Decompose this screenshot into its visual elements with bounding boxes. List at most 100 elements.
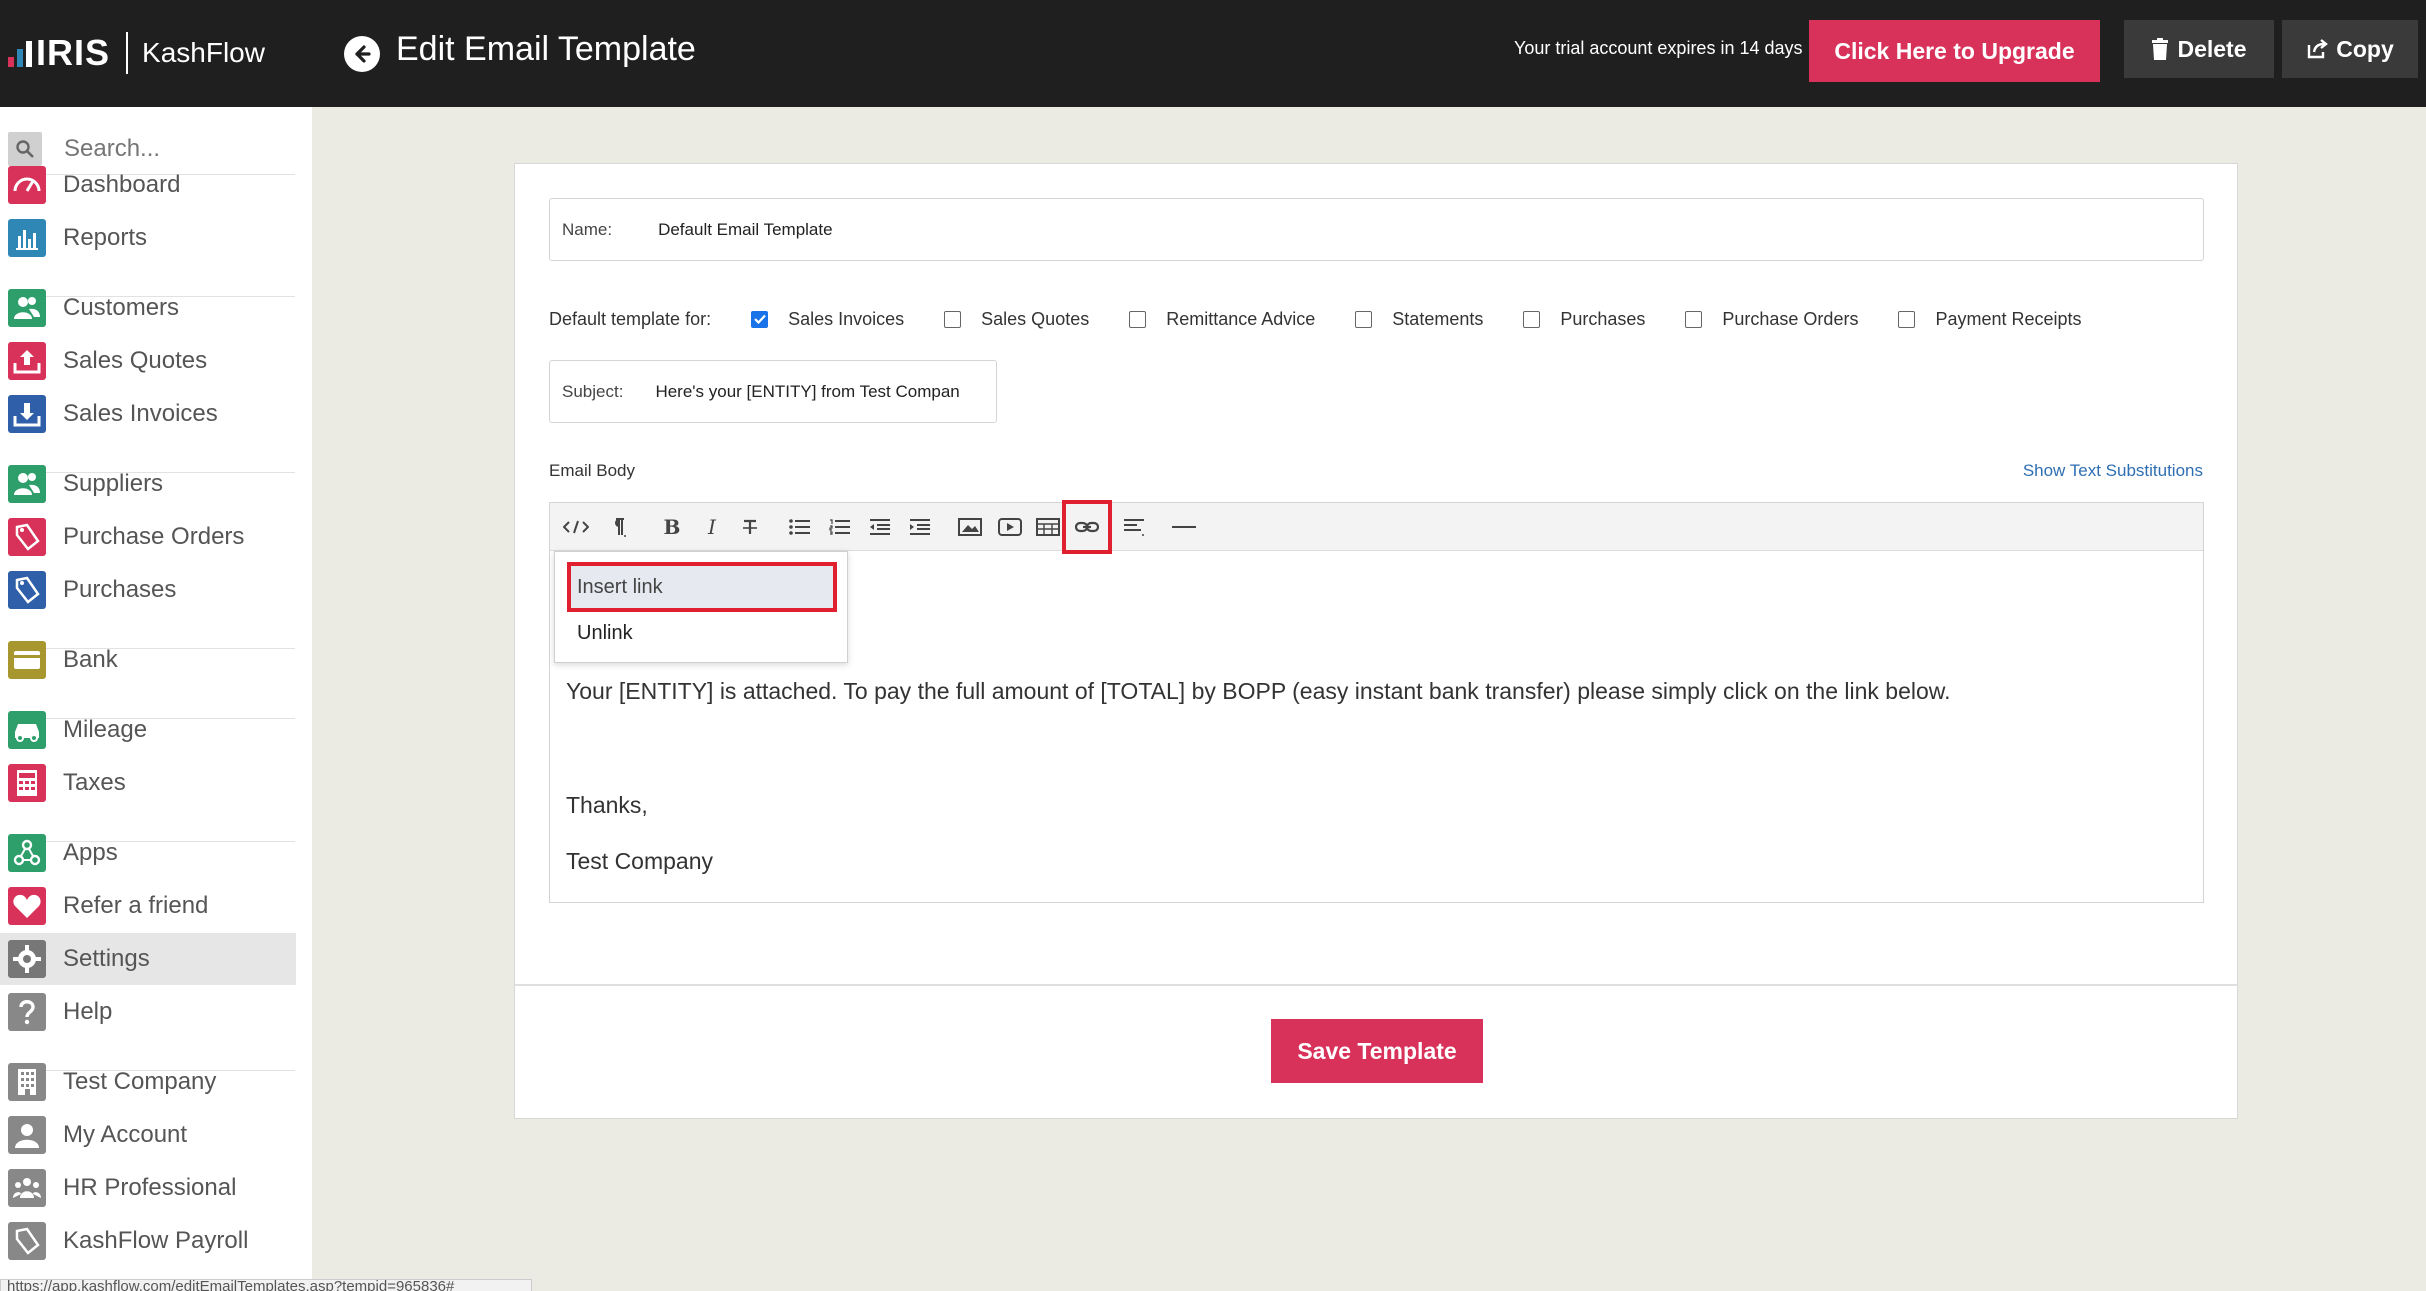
italic-icon[interactable]: I [696, 511, 728, 543]
people-icon [8, 289, 46, 327]
checkbox-label: Purchase Orders [1722, 308, 1859, 329]
speedometer-icon [8, 166, 46, 204]
table-icon[interactable] [1032, 511, 1064, 543]
horizontal-rule-icon[interactable] [1168, 511, 1200, 543]
paragraph-icon[interactable] [602, 511, 634, 543]
credit-card-icon [8, 641, 46, 679]
sidebar-item-label: My Account [63, 1121, 188, 1148]
subject-field[interactable]: Subject: Here's your [ENTITY] from Test … [549, 360, 997, 423]
sidebar-item-mileage[interactable]: Mileage [0, 704, 296, 756]
checkbox[interactable] [1355, 310, 1373, 328]
sidebar-item-kashflow-payroll[interactable]: KashFlow Payroll [0, 1215, 296, 1267]
edit-template-card: Name: Default Email Template Default tem… [514, 163, 2238, 1119]
checkbox[interactable] [1129, 310, 1147, 328]
template-option-remittance-advice[interactable]: Remittance Advice [1129, 309, 1315, 330]
logo-bars-icon [8, 33, 32, 73]
sidebar-item-suppliers[interactable]: Suppliers [0, 458, 296, 510]
template-option-purchases[interactable]: Purchases [1523, 309, 1645, 330]
logo-divider [126, 32, 129, 74]
back-arrow-icon[interactable] [344, 36, 380, 72]
sidebar-item-taxes[interactable]: Taxes [0, 757, 296, 809]
sidebar-item-my-account[interactable]: My Account [0, 1109, 296, 1161]
sidebar-item-apps[interactable]: Apps [0, 827, 296, 879]
indent-icon[interactable] [904, 511, 936, 543]
checkbox[interactable] [1523, 310, 1541, 328]
sidebar-item-label: KashFlow Payroll [63, 1227, 249, 1254]
iris-kashflow-logo[interactable]: IRIS KashFlow [8, 28, 265, 78]
name-field[interactable]: Name: Default Email Template [549, 198, 2204, 261]
upgrade-button[interactable]: Click Here to Upgrade [1809, 20, 2100, 82]
card-divider [515, 984, 2237, 986]
sidebar-item-test-company[interactable]: Test Company [0, 1056, 296, 1108]
checkbox[interactable] [1685, 310, 1703, 328]
template-option-purchase-orders[interactable]: Purchase Orders [1685, 309, 1858, 330]
checkbox[interactable] [944, 310, 962, 328]
image-icon[interactable] [954, 511, 986, 543]
template-option-sales-invoices[interactable]: Sales Invoices [751, 309, 904, 330]
strikethrough-icon[interactable] [734, 511, 766, 543]
group-icon [8, 1169, 46, 1207]
sidebar-item-help[interactable]: Help [0, 986, 296, 1038]
checkbox[interactable] [1898, 310, 1916, 328]
sidebar-item-label: Dashboard [63, 171, 181, 198]
template-option-statements[interactable]: Statements [1355, 309, 1483, 330]
template-type-checkboxes: Sales Invoices Sales Quotes Remittance Adv… [711, 309, 2082, 330]
sidebar-item-bank[interactable]: Bank [0, 634, 296, 686]
copy-label: Copy [2336, 35, 2394, 62]
link-icon[interactable] [1062, 500, 1112, 554]
tag-icon [8, 571, 46, 609]
align-icon[interactable] [1118, 511, 1150, 543]
template-option-payment-receipts[interactable]: Payment Receipts [1898, 309, 2082, 330]
outdent-icon[interactable] [864, 511, 896, 543]
apps-network-icon [8, 834, 46, 872]
page-title: Edit Email Template [396, 30, 696, 68]
sidebar-item-label: HR Professional [63, 1174, 237, 1201]
sidebar-item-sales-quotes[interactable]: Sales Quotes [0, 335, 296, 387]
template-option-sales-quotes[interactable]: Sales Quotes [944, 309, 1089, 330]
upload-tray-icon [8, 342, 46, 380]
checkbox-label: Sales Quotes [981, 308, 1090, 329]
video-icon[interactable] [994, 511, 1026, 543]
bold-icon[interactable]: B [656, 511, 688, 543]
show-text-substitutions-link[interactable]: Show Text Substitutions [2023, 461, 2203, 481]
sidebar-item-refer-a-friend[interactable]: Refer a friend [0, 880, 296, 932]
copy-button[interactable]: Copy [2282, 20, 2418, 78]
car-icon [8, 711, 46, 749]
sidebar-item-label: Apps [63, 839, 118, 866]
sidebar: Dashboard Reports Customers Sales Quotes Sal… [0, 107, 312, 1291]
sidebar-item-label: Settings [63, 945, 150, 972]
body-line-2: Thanks, [566, 792, 648, 818]
trash-icon [2152, 38, 2169, 60]
status-bar-url: https://app.kashflow.com/editEmailTempla… [0, 1279, 532, 1291]
sidebar-item-reports[interactable]: Reports [0, 212, 296, 264]
checkbox-label: Purchases [1560, 308, 1646, 329]
code-view-icon[interactable] [560, 511, 592, 543]
editor-toolbar: B I [550, 500, 2203, 554]
email-body-editor[interactable]: B I Insert link Unlink Your [ENTITY] is … [549, 500, 2204, 903]
name-value: Default Email Template [658, 219, 833, 239]
calculator-icon [8, 764, 46, 802]
subject-value: Here's your [ENTITY] from Test Compan [655, 381, 960, 401]
subject-label: Subject: [562, 381, 624, 401]
checkbox-label: Statements [1392, 308, 1484, 329]
email-body-label: Email Body [549, 461, 635, 480]
delete-button[interactable]: Delete [2124, 20, 2274, 78]
sidebar-item-customers[interactable]: Customers [0, 282, 296, 334]
user-icon [8, 1116, 46, 1154]
payroll-icon [8, 1222, 46, 1260]
sidebar-item-dashboard[interactable]: Dashboard [0, 159, 296, 211]
sidebar-item-purchases[interactable]: Purchases [0, 564, 296, 616]
save-template-button[interactable]: Save Template [1271, 1019, 1483, 1083]
sidebar-item-purchase-orders[interactable]: Purchase Orders [0, 511, 296, 563]
editor-content[interactable]: Your [ENTITY] is attached. To pay the fu… [566, 551, 2187, 902]
sidebar-item-hr-professional[interactable]: HR Professional [0, 1162, 296, 1214]
sidebar-item-label: Suppliers [63, 470, 164, 497]
sidebar-item-label: Purchase Orders [63, 523, 245, 550]
brand-kashflow: KashFlow [142, 37, 265, 68]
bullet-list-icon[interactable] [784, 511, 816, 543]
numbered-list-icon[interactable] [824, 511, 856, 543]
sidebar-item-label: Reports [63, 224, 148, 251]
checkbox[interactable] [751, 310, 769, 328]
sidebar-item-sales-invoices[interactable]: Sales Invoices [0, 388, 296, 440]
sidebar-item-settings[interactable]: Settings [0, 933, 296, 985]
